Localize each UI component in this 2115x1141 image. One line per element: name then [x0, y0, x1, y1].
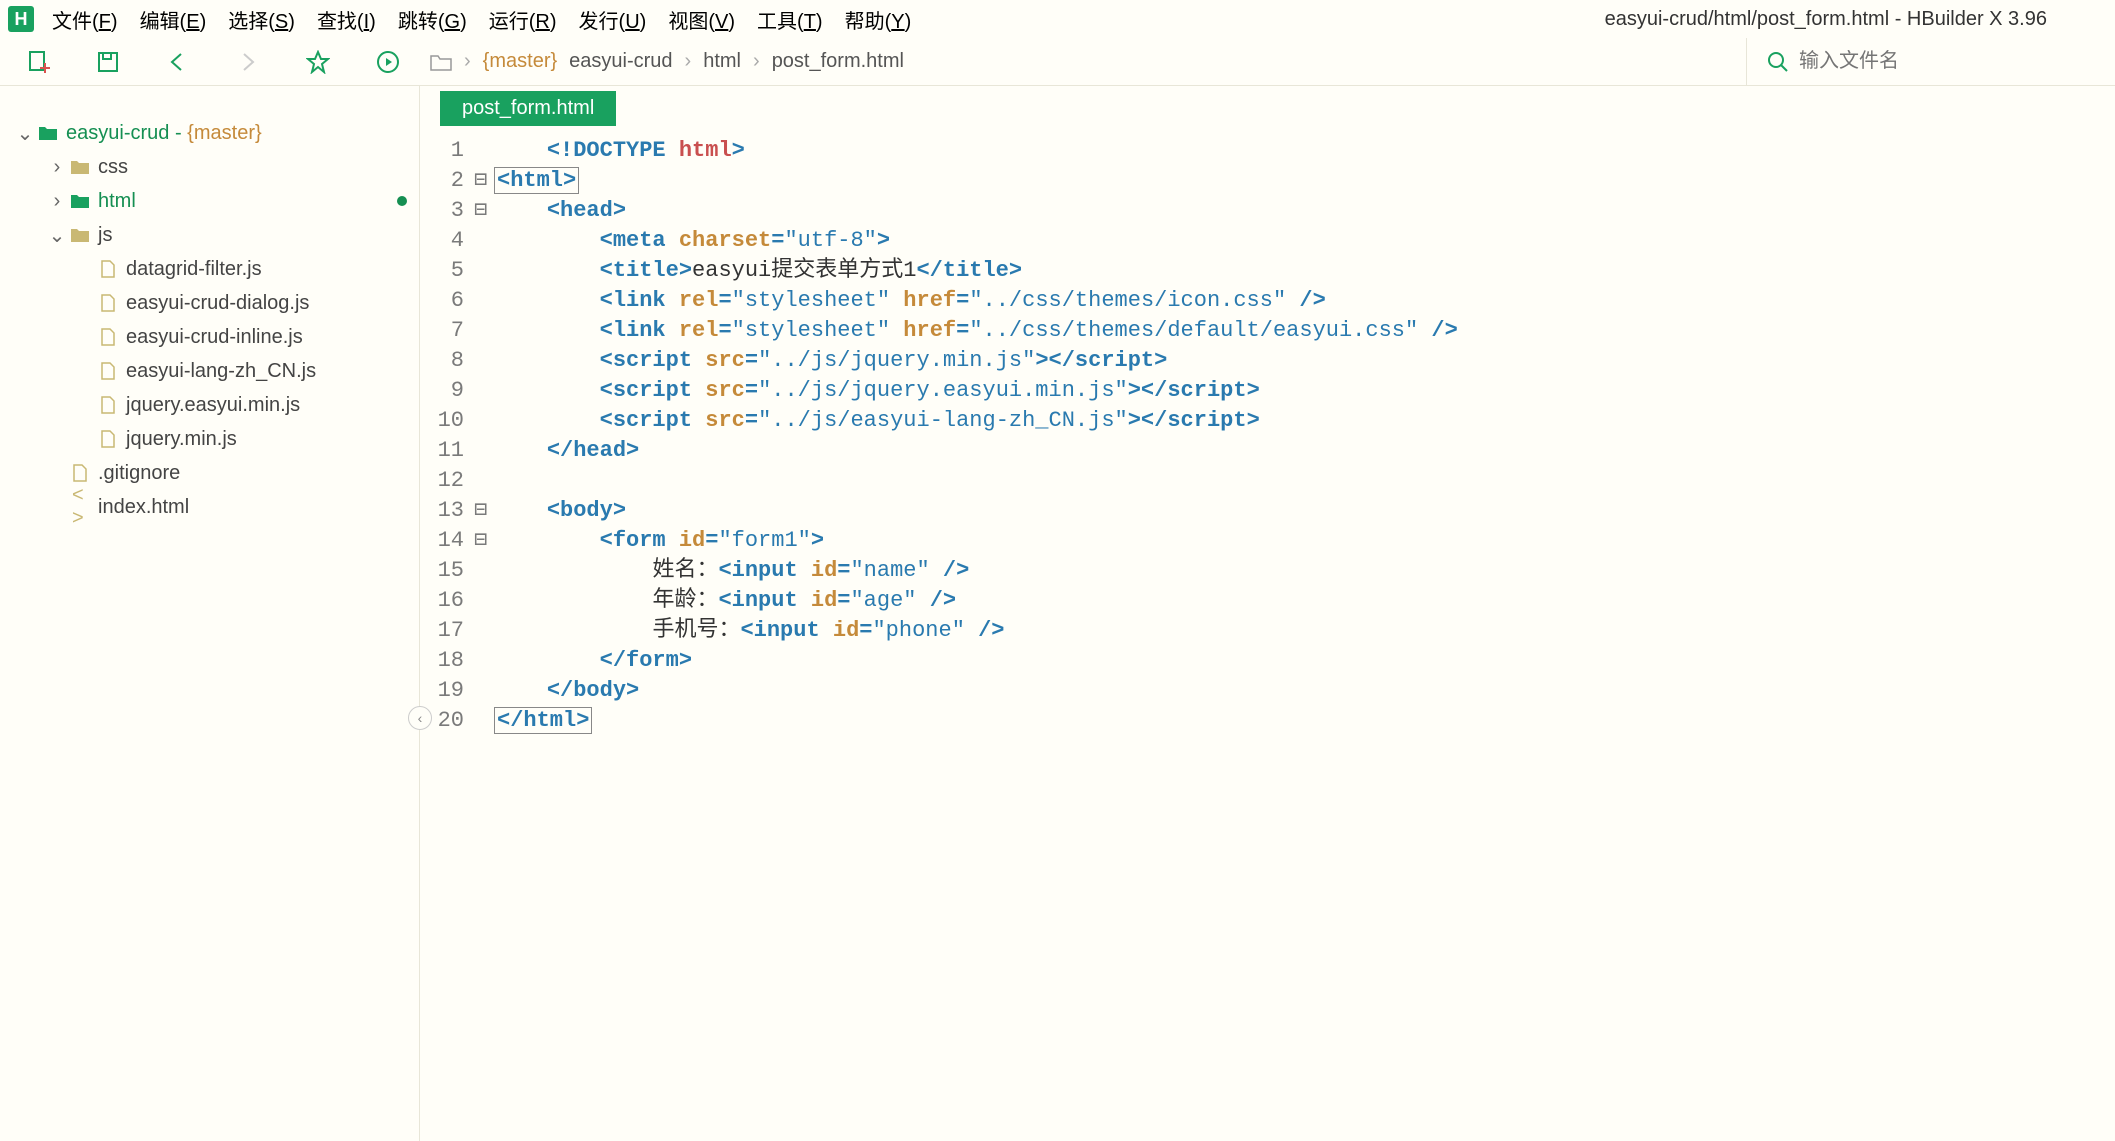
tree-file[interactable]: easyui-crud-inline.js — [0, 320, 419, 354]
menu-g[interactable]: 跳转(G) — [398, 5, 467, 34]
star-button[interactable] — [296, 40, 340, 84]
breadcrumb-part[interactable]: post_form.html — [772, 50, 904, 73]
menubar-items: 文件(F) 编辑(E) 选择(S) 查找(I) 跳转(G) 运行(R) 发行(U) 视图(V)… — [52, 5, 911, 34]
tree-file[interactable]: datagrid-filter.js — [0, 252, 419, 286]
chevron-icon[interactable]: › — [48, 156, 66, 179]
folder-icon — [430, 53, 452, 71]
tree-file[interactable]: < >index.html — [0, 490, 419, 524]
menu-f[interactable]: 文件(F) — [52, 5, 118, 34]
back-button[interactable] — [156, 40, 200, 84]
menubar: H 文件(F) 编辑(E) 选择(S) 查找(I) 跳转(G) 运行(R) 发行(U) 视图(… — [0, 0, 2115, 38]
tree-folder-js[interactable]: ⌄ js — [0, 218, 419, 252]
menu-r[interactable]: 运行(R) — [489, 5, 557, 34]
chevron-right-icon: › — [464, 50, 471, 73]
chevron-icon[interactable]: › — [48, 190, 66, 213]
code-file-icon: < > — [72, 484, 90, 530]
tree-file-label: easyui-crud-inline.js — [126, 326, 303, 349]
file-icon — [100, 430, 118, 448]
file-icon — [100, 260, 118, 278]
window-title: easyui-crud/html/post_form.html - HBuild… — [1605, 8, 2047, 31]
menu-v[interactable]: 视图(V) — [668, 5, 735, 34]
breadcrumb: › {master} easyui-crud › html › post_for… — [430, 50, 904, 73]
code-content[interactable]: <!DOCTYPE html><html> <head> <meta chars… — [494, 136, 2115, 736]
menu-y[interactable]: 帮助(Y) — [845, 5, 912, 34]
tab-post-form[interactable]: post_form.html — [440, 91, 616, 126]
folder-icon — [38, 125, 58, 141]
tree-file-label: easyui-lang-zh_CN.js — [126, 360, 316, 383]
new-file-button[interactable] — [16, 40, 60, 84]
tree-file[interactable]: easyui-lang-zh_CN.js — [0, 354, 419, 388]
tree-file[interactable]: jquery.easyui.min.js — [0, 388, 419, 422]
editor-tabs: post_form.html — [420, 86, 2115, 126]
tree-folder-label: css — [98, 156, 128, 179]
tree-root-name: easyui-crud - {master} — [66, 122, 262, 145]
breadcrumb-part[interactable]: html — [703, 50, 741, 73]
forward-button[interactable] — [226, 40, 270, 84]
menu-u[interactable]: 发行(U) — [579, 5, 647, 34]
tree-root[interactable]: ⌄ easyui-crud - {master} — [0, 116, 419, 150]
file-icon — [72, 464, 90, 482]
tree-file-label: jquery.easyui.min.js — [126, 394, 300, 417]
tree-file-label: .gitignore — [98, 462, 180, 485]
tree-file-label: datagrid-filter.js — [126, 258, 262, 281]
save-button[interactable] — [86, 40, 130, 84]
menu-e[interactable]: 编辑(E) — [140, 5, 207, 34]
folder-icon — [70, 159, 90, 175]
tree-folder-css[interactable]: › css — [0, 150, 419, 184]
sidebar: ⌄ easyui-crud - {master} › css › html ⌄ js da… — [0, 86, 420, 1141]
chevron-right-icon: › — [753, 50, 760, 73]
line-gutter: 1234567891011121314151617181920 — [420, 136, 474, 736]
tree-folder-label: js — [98, 224, 112, 247]
chevron-down-icon[interactable]: ⌄ — [16, 121, 34, 146]
search-icon[interactable] — [1767, 51, 1789, 73]
folder-icon — [70, 227, 90, 243]
main: ⌄ easyui-crud - {master} › css › html ⌄ js da… — [0, 86, 2115, 1141]
breadcrumb-part[interactable]: easyui-crud — [569, 50, 672, 73]
breadcrumb-branch: {master} — [483, 50, 557, 73]
tree-file-label: jquery.min.js — [126, 428, 237, 451]
tree-file[interactable]: jquery.min.js — [0, 422, 419, 456]
file-icon — [100, 362, 118, 380]
tree-file-label: index.html — [98, 496, 189, 519]
fold-column[interactable]: ⊟⊟ ⊟⊟ — [474, 136, 494, 736]
file-icon — [100, 294, 118, 312]
tree-file-label: easyui-crud-dialog.js — [126, 292, 309, 315]
editor-area: ‹ post_form.html 12345678910111213141516… — [420, 86, 2115, 1141]
file-icon — [100, 396, 118, 414]
tree-folder-html[interactable]: › html — [0, 184, 419, 218]
search-input[interactable] — [1799, 50, 2099, 73]
tree-file[interactable]: easyui-crud-dialog.js — [0, 286, 419, 320]
sidebar-collapse-handle[interactable]: ‹ — [408, 706, 432, 730]
chevron-icon[interactable]: ⌄ — [48, 223, 66, 248]
folder-icon — [70, 193, 90, 209]
menu-i[interactable]: 查找(I) — [317, 5, 376, 34]
app-logo: H — [8, 6, 34, 32]
search-box — [1746, 38, 2099, 85]
chevron-right-icon: › — [685, 50, 692, 73]
tree-folder-label: html — [98, 190, 136, 213]
code-editor[interactable]: 1234567891011121314151617181920 ⊟⊟ ⊟⊟ <!… — [420, 126, 2115, 736]
menu-t[interactable]: 工具(T) — [757, 5, 823, 34]
toolbar: › {master} easyui-crud › html › post_for… — [0, 38, 2115, 86]
tree-file[interactable]: .gitignore — [0, 456, 419, 490]
modified-indicator — [397, 196, 407, 206]
menu-s[interactable]: 选择(S) — [228, 5, 295, 34]
run-button[interactable] — [366, 40, 410, 84]
file-icon — [100, 328, 118, 346]
